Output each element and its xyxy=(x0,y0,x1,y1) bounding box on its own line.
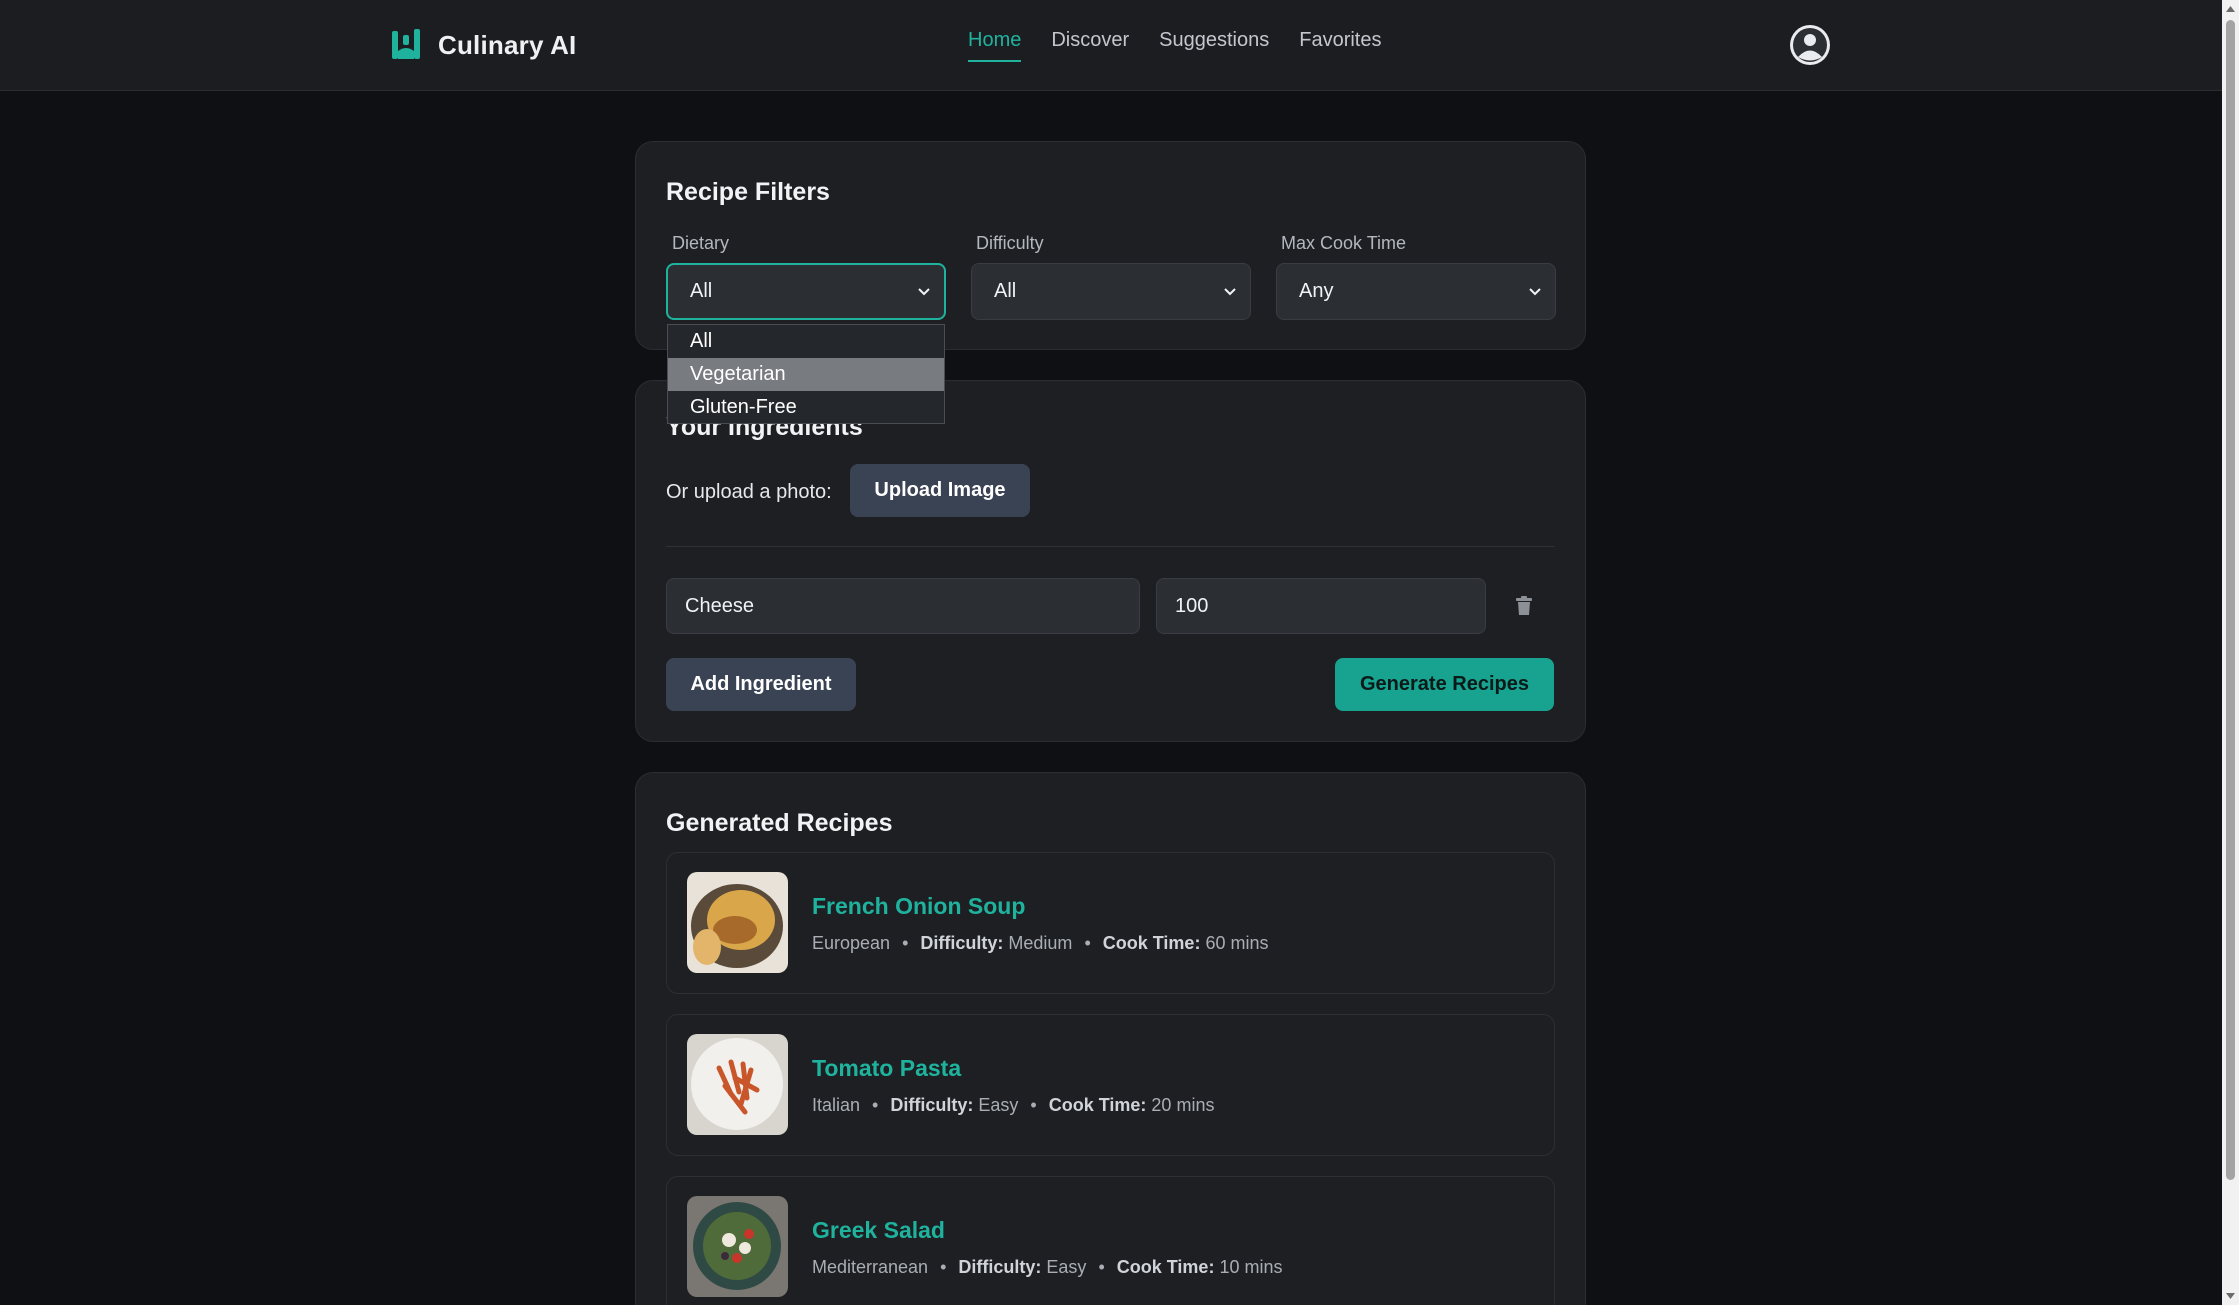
generated-recipes-card: Generated Recipes French Onion Soup Euro… xyxy=(635,772,1586,1305)
filters-title: Recipe Filters xyxy=(666,178,830,206)
recipe-title[interactable]: French Onion Soup xyxy=(812,893,1025,920)
recipe-cook-time: 60 mins xyxy=(1205,933,1269,953)
chevron-down-icon xyxy=(1529,287,1541,295)
dietary-select-value: All xyxy=(690,280,713,302)
cook-time-key: Cook Time: xyxy=(1102,933,1201,953)
nav-home-link[interactable]: Home xyxy=(968,29,1022,62)
difficulty-select[interactable]: All xyxy=(971,263,1251,320)
recipe-card[interactable]: French Onion Soup European • Difficulty: M… xyxy=(666,852,1555,994)
recipe-meta: European • Difficulty: Medium • Cook Time: 6… xyxy=(812,933,1268,954)
recipe-thumbnail xyxy=(687,1196,788,1297)
recipe-title[interactable]: Tomato Pasta xyxy=(812,1055,961,1082)
dietary-option-gluten-free[interactable]: Gluten-Free xyxy=(668,391,944,424)
upload-label: Or upload a photo: xyxy=(666,481,832,503)
generate-recipes-button[interactable]: Generate Recipes xyxy=(1335,658,1554,711)
recipes-title: Generated Recipes xyxy=(666,809,893,837)
dietary-dropdown-list: All Vegetarian Gluten-Free xyxy=(667,324,945,424)
recipe-cuisine: European xyxy=(812,933,891,953)
ingredient-name-input[interactable] xyxy=(666,578,1140,634)
ingredient-amount-input[interactable] xyxy=(1156,578,1486,634)
scroll-up-arrow-icon[interactable] xyxy=(2225,4,2236,14)
recipe-meta: Italian • Difficulty: Easy • Cook Time: 20 m… xyxy=(812,1095,1214,1116)
difficulty-key: Difficulty: xyxy=(920,933,1004,953)
nav-suggestions-link[interactable]: Suggestions xyxy=(1159,29,1269,62)
nav-favorites-link[interactable]: Favorites xyxy=(1299,29,1381,62)
recipe-filters-card: Recipe Filters Dietary All Difficulty Al… xyxy=(635,141,1586,350)
recipe-difficulty: Easy xyxy=(1046,1257,1087,1277)
dietary-option-vegetarian[interactable]: Vegetarian xyxy=(668,358,944,391)
cook-time-key: Cook Time: xyxy=(1116,1257,1215,1277)
difficulty-label: Difficulty xyxy=(976,233,1044,253)
vertical-scrollbar[interactable] xyxy=(2222,0,2239,1305)
max-cook-time-label: Max Cook Time xyxy=(1281,233,1407,253)
brand-name: Culinary AI xyxy=(438,29,577,60)
scroll-down-arrow-icon[interactable] xyxy=(2225,1291,2236,1301)
page: Culinary AI Home Discover Suggestions Fa… xyxy=(0,0,2239,1305)
dietary-select[interactable]: All xyxy=(666,263,946,320)
upload-image-button[interactable]: Upload Image xyxy=(850,464,1030,517)
chevron-down-icon xyxy=(1224,287,1236,295)
separator-dot: • xyxy=(940,1257,947,1277)
add-ingredient-button[interactable]: Add Ingredient xyxy=(666,658,856,711)
separator-dot: • xyxy=(1098,1257,1105,1277)
recipe-cook-time: 20 mins xyxy=(1151,1095,1215,1115)
recipe-title[interactable]: Greek Salad xyxy=(812,1217,945,1244)
separator-dot: • xyxy=(1084,933,1091,953)
recipe-thumbnail xyxy=(687,1034,788,1135)
brand[interactable]: Culinary AI xyxy=(390,27,576,63)
recipe-cuisine: Italian xyxy=(812,1095,861,1115)
trash-icon[interactable] xyxy=(1512,594,1536,618)
recipe-card[interactable]: Tomato Pasta Italian • Difficulty: Easy • Co… xyxy=(666,1014,1555,1156)
chevron-down-icon xyxy=(918,287,930,295)
recipe-meta: Mediterranean • Difficulty: Easy • Cook Time… xyxy=(812,1257,1282,1278)
separator-dot: • xyxy=(872,1095,879,1115)
max-cook-time-select-value: Any xyxy=(1299,280,1334,302)
dietary-option-all[interactable]: All xyxy=(668,325,944,358)
cook-time-key: Cook Time: xyxy=(1048,1095,1147,1115)
difficulty-key: Difficulty: xyxy=(958,1257,1042,1277)
recipe-thumbnail xyxy=(687,872,788,973)
top-navbar: Culinary AI Home Discover Suggestions Fa… xyxy=(0,0,2222,91)
scrollbar-thumb[interactable] xyxy=(2226,20,2235,1180)
user-circle-icon[interactable] xyxy=(1789,24,1831,66)
recipe-card[interactable]: Greek Salad Mediterranean • Difficulty: Ea… xyxy=(666,1176,1555,1305)
ingredients-card: Your Ingredients Or upload a photo: Uplo… xyxy=(635,380,1586,742)
separator-dot: • xyxy=(902,933,909,953)
divider xyxy=(666,546,1555,547)
nav-discover-link[interactable]: Discover xyxy=(1051,29,1129,62)
main-nav: Home Discover Suggestions Favorites xyxy=(968,29,1381,62)
difficulty-key: Difficulty: xyxy=(890,1095,974,1115)
max-cook-time-select[interactable]: Any xyxy=(1276,263,1556,320)
recipe-cook-time: 10 mins xyxy=(1219,1257,1283,1277)
dietary-label: Dietary xyxy=(672,233,730,253)
recipe-difficulty: Easy xyxy=(978,1095,1019,1115)
recipe-cuisine: Mediterranean xyxy=(812,1257,929,1277)
logo-icon xyxy=(392,29,420,59)
recipe-difficulty: Medium xyxy=(1008,933,1073,953)
separator-dot: • xyxy=(1030,1095,1037,1115)
difficulty-select-value: All xyxy=(994,280,1017,302)
